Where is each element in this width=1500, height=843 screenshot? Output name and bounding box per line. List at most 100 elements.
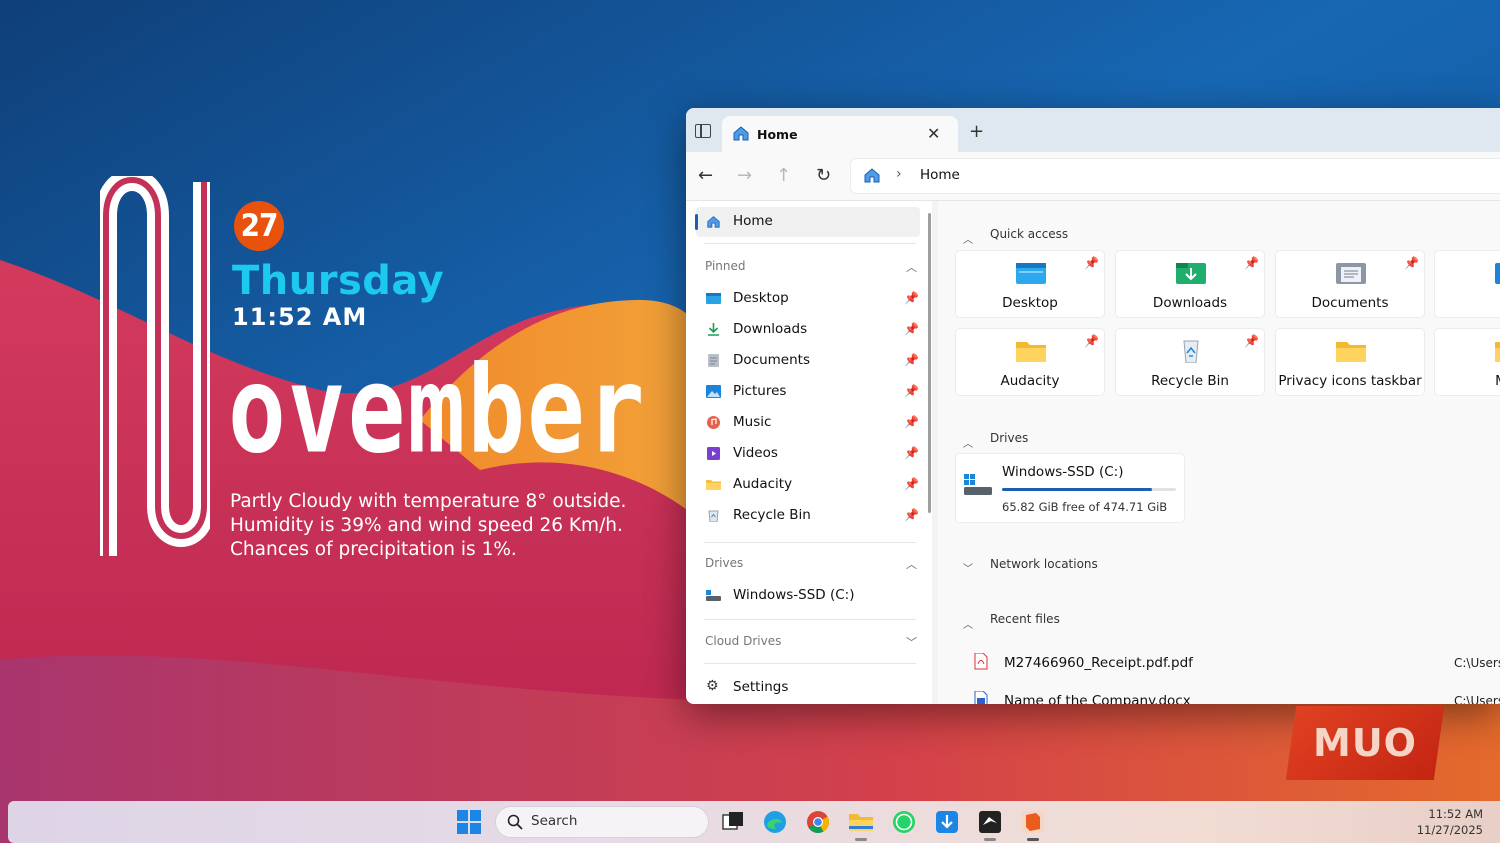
gear-icon: ⚙ xyxy=(706,678,719,694)
chevron-down-icon[interactable]: ﹀ xyxy=(906,634,917,650)
app-icon[interactable] xyxy=(977,809,1003,835)
running-indicator xyxy=(1027,838,1039,841)
pin-icon[interactable]: 📌 xyxy=(1404,256,1419,270)
navigation-pane: Home Pinned ︿ Desktop 📌 Downloads 📌 Docu… xyxy=(686,201,932,704)
scrollbar[interactable] xyxy=(928,213,931,513)
pin-icon[interactable]: 📌 xyxy=(904,353,919,367)
documents-icon xyxy=(708,354,719,367)
drives-header[interactable]: Drives xyxy=(990,431,1028,445)
drives-section-header[interactable]: Drives xyxy=(705,556,743,570)
folder-icon xyxy=(706,480,721,490)
recent-file-row[interactable]: M27466960_Receipt.pdf.pdf C:\Users\ xyxy=(938,641,1500,675)
windows-start-icon[interactable] xyxy=(456,809,482,835)
chevron-up-icon[interactable]: ︿ xyxy=(906,556,917,572)
breadcrumb-home[interactable]: Home xyxy=(920,167,960,183)
address-bar[interactable]: › Home xyxy=(850,158,1500,194)
pin-icon[interactable]: 📌 xyxy=(904,446,919,460)
download-arrow-icon xyxy=(708,323,719,336)
recent-file-name: M27466960_Receipt.pdf.pdf xyxy=(1004,655,1193,671)
recycle-bin-icon xyxy=(1183,340,1199,363)
task-view-icon[interactable] xyxy=(720,809,746,835)
recent-file-row[interactable]: Name of the Company.docx C:\Users\ xyxy=(938,679,1500,704)
toggle-tabs-icon[interactable] xyxy=(695,124,711,138)
pin-icon[interactable]: 📌 xyxy=(904,477,919,491)
sidebar-item-settings[interactable]: ⚙ Settings xyxy=(696,673,920,703)
sidebar-item-windows-ssd[interactable]: Windows-SSD (C:) xyxy=(696,581,920,611)
recent-files-header[interactable]: Recent files xyxy=(990,612,1060,626)
forward-arrow-icon[interactable]: → xyxy=(737,165,752,186)
sidebar-item-pictures[interactable]: Pictures 📌 xyxy=(696,377,920,407)
quick-access-label: Downloads xyxy=(1152,295,1228,311)
sidebar-item-audacity[interactable]: Audacity 📌 xyxy=(696,470,920,500)
refresh-icon[interactable]: ↻ xyxy=(816,165,831,186)
weather-line: Partly Cloudy with temperature 8° outsid… xyxy=(230,491,627,512)
pin-icon[interactable]: 📌 xyxy=(904,384,919,398)
quick-access-item[interactable]: Desktop 📌 xyxy=(956,251,1104,317)
file-explorer-icon[interactable] xyxy=(848,809,874,835)
sidebar-item-downloads[interactable]: Downloads 📌 xyxy=(696,315,920,345)
pin-icon[interactable]: 📌 xyxy=(904,508,919,522)
weather-line: Chances of precipitation is 1%. xyxy=(230,539,517,560)
quick-access-item[interactable]: Downloads 📌 xyxy=(1116,251,1264,317)
quick-access-item[interactable]: Audacity 📌 xyxy=(956,329,1104,395)
chevron-up-icon[interactable]: ︿ xyxy=(963,616,973,631)
pinned-section-header[interactable]: Pinned xyxy=(705,259,746,273)
sidebar-item-recycle-bin[interactable]: Recycle Bin 📌 xyxy=(696,501,920,531)
clock-time: 11:52 AM xyxy=(1428,807,1483,821)
quick-access-label: Documents xyxy=(1311,295,1389,311)
sidebar-item-label: Videos xyxy=(733,445,778,461)
folder-icon xyxy=(1336,342,1366,362)
taskbar-search-box[interactable]: Search xyxy=(495,806,709,838)
quick-access-header[interactable]: Quick access xyxy=(990,227,1068,241)
pin-icon[interactable]: 📌 xyxy=(1244,256,1259,270)
sidebar-item-desktop[interactable]: Desktop 📌 xyxy=(696,284,920,314)
sidebar-item-label: Recycle Bin xyxy=(733,507,811,523)
pin-icon[interactable]: 📌 xyxy=(904,322,919,336)
quick-access-item[interactable]: Privacy icons taskbar xyxy=(1276,329,1424,395)
quick-access-item[interactable]: Recycle Bin 📌 xyxy=(1116,329,1264,395)
back-arrow-icon[interactable]: ← xyxy=(698,165,713,186)
chevron-up-icon[interactable]: ︿ xyxy=(906,259,917,275)
pin-icon[interactable]: 📌 xyxy=(1084,256,1099,270)
weather-line: Humidity is 39% and wind speed 26 Km/h. xyxy=(230,515,623,536)
close-tab-icon[interactable]: ✕ xyxy=(927,124,940,143)
network-locations-header[interactable]: Network locations xyxy=(990,557,1098,571)
sidebar-item-home[interactable]: Home xyxy=(695,207,920,237)
recent-file-name: Name of the Company.docx xyxy=(1004,693,1191,704)
quick-access-item[interactable]: Mak xyxy=(1435,329,1500,395)
chevron-down-icon[interactable]: ﹀ xyxy=(963,560,973,575)
pin-icon[interactable]: 📌 xyxy=(1084,334,1099,348)
pin-icon[interactable]: 📌 xyxy=(904,415,919,429)
sidebar-item-documents[interactable]: Documents 📌 xyxy=(696,346,920,376)
app-installer-icon[interactable] xyxy=(934,809,960,835)
sidebar-item-label: Home xyxy=(733,213,773,229)
system-clock[interactable]: 11:52 AM 11/27/2025 xyxy=(1417,806,1483,838)
chrome-browser-icon[interactable] xyxy=(805,809,831,835)
pdf-file-icon xyxy=(974,653,988,670)
cloud-drives-section-header[interactable]: Cloud Drives xyxy=(705,634,781,648)
sidebar-item-music[interactable]: Music 📌 xyxy=(696,408,920,438)
quick-access-item[interactable]: Pic xyxy=(1435,251,1500,317)
up-arrow-icon[interactable]: ↑ xyxy=(776,165,791,186)
home-icon xyxy=(733,126,749,141)
word-file-icon xyxy=(974,691,988,704)
widget-time: 11:52 AM xyxy=(232,303,368,331)
new-tab-icon[interactable]: + xyxy=(969,121,984,142)
office-app-icon[interactable] xyxy=(1020,809,1046,835)
folder-icon xyxy=(1495,342,1500,362)
sidebar-item-videos[interactable]: Videos 📌 xyxy=(696,439,920,469)
search-icon xyxy=(507,814,523,830)
pin-icon[interactable]: 📌 xyxy=(904,291,919,305)
whatsapp-icon[interactable] xyxy=(891,809,917,835)
pictures-icon xyxy=(706,385,721,398)
chevron-right-icon[interactable]: › xyxy=(896,166,902,182)
drive-tile-windows-ssd[interactable]: Windows-SSD (C:) 65.82 GiB free of 474.7… xyxy=(956,454,1184,522)
quick-access-label: Audacity xyxy=(1000,373,1060,389)
tab-home[interactable]: Home ✕ xyxy=(722,116,958,152)
chevron-up-icon[interactable]: ︿ xyxy=(963,231,973,246)
quick-access-item[interactable]: Documents 📌 xyxy=(1276,251,1424,317)
weekday-label: Thursday xyxy=(232,258,445,304)
pin-icon[interactable]: 📌 xyxy=(1244,334,1259,348)
chevron-up-icon[interactable]: ︿ xyxy=(963,435,973,450)
edge-browser-icon[interactable] xyxy=(762,809,788,835)
